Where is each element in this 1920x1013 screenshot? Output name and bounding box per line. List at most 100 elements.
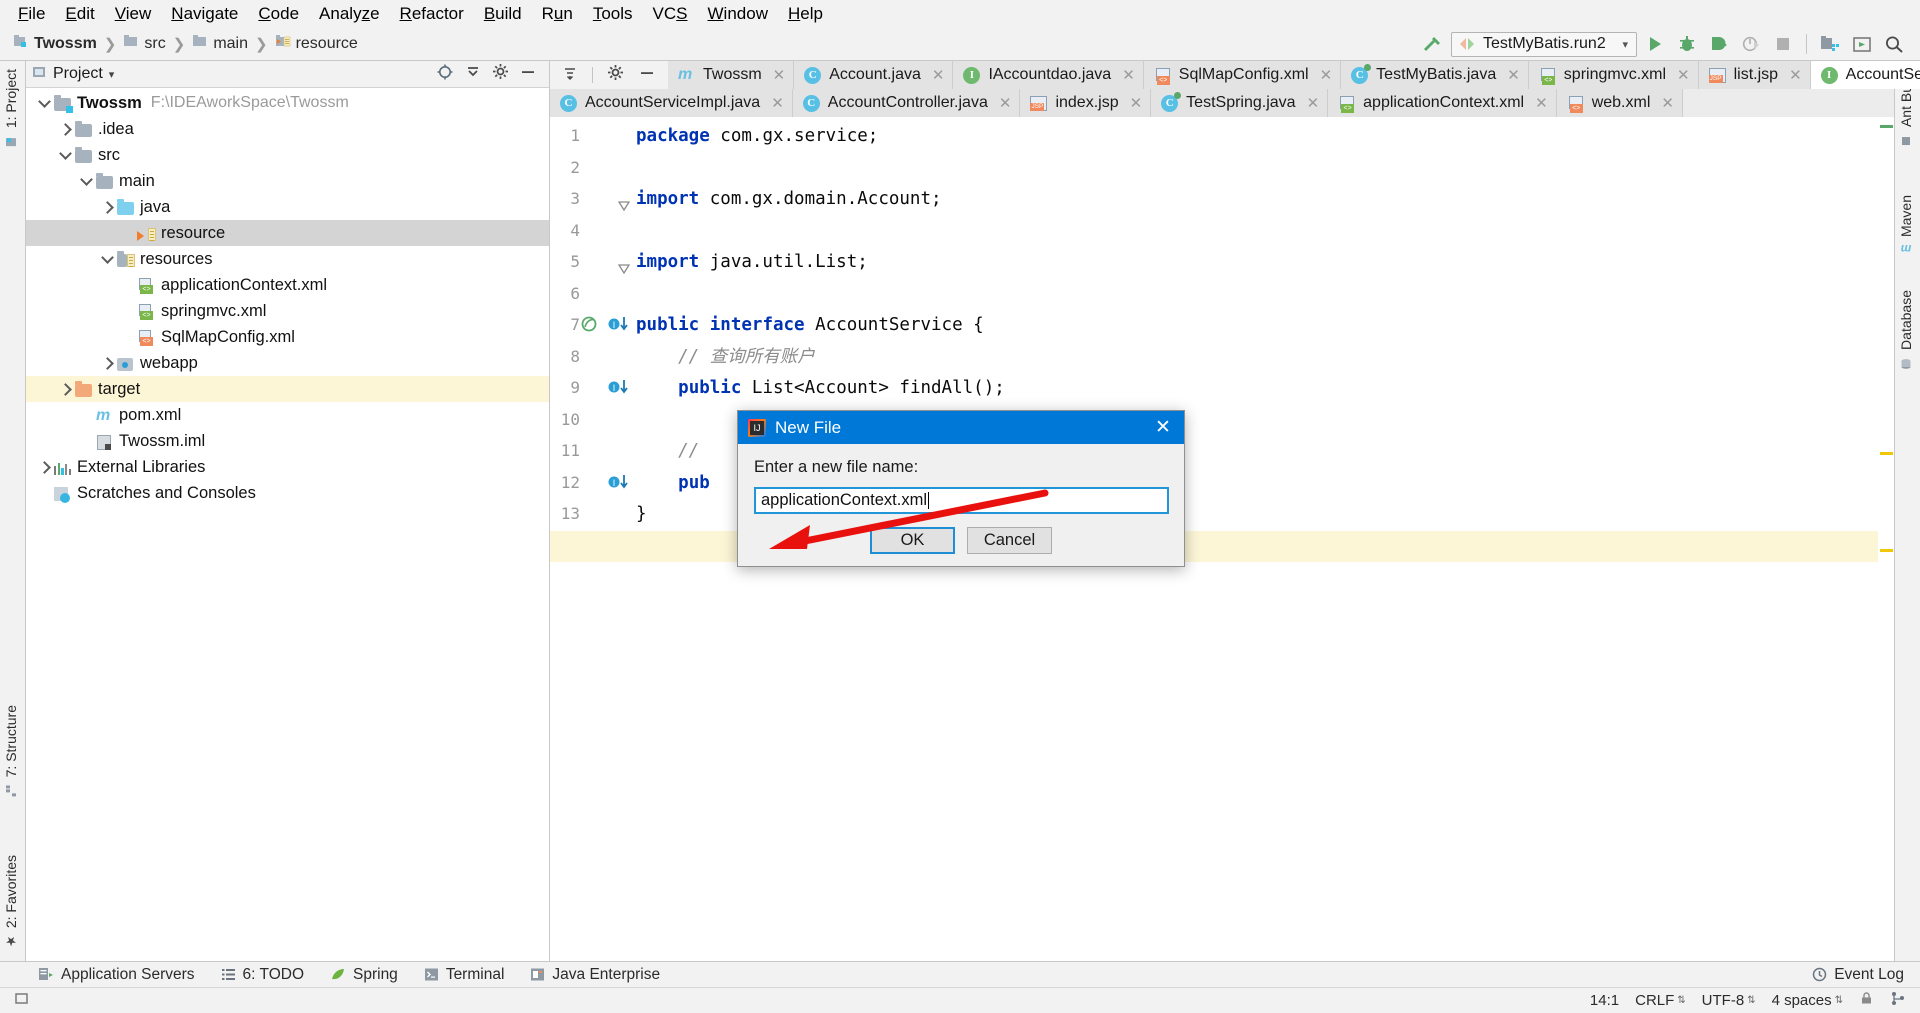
chevron-down-icon[interactable]: ▾ (1622, 38, 1628, 51)
close-icon[interactable]: ✕ (1535, 94, 1548, 112)
editor-tab-accountserviceimpl-java[interactable]: C AccountServiceImpl.java ✕ (550, 89, 793, 117)
tree-node-target[interactable]: target (26, 376, 549, 402)
spring-bean-marker[interactable] (580, 315, 598, 338)
editor-tab-accountservice-java[interactable]: IAccountService.java✕ (1810, 61, 1920, 89)
chevron-right-icon[interactable] (57, 381, 74, 398)
profiler-button[interactable] (1737, 31, 1765, 57)
chevron-down-icon[interactable] (78, 173, 95, 190)
update-project-icon[interactable] (1848, 31, 1876, 57)
run-with-coverage-button[interactable] (1705, 31, 1733, 57)
search-everywhere-icon[interactable] (1880, 31, 1908, 57)
close-icon[interactable]: ✕ (1507, 66, 1520, 84)
editor-tab-testspring-java[interactable]: C TestSpring.java ✕ (1151, 89, 1329, 117)
close-icon[interactable]: ✕ (1661, 94, 1674, 112)
tree-node-src[interactable]: src (26, 142, 549, 168)
branch-icon[interactable] (1890, 991, 1906, 1010)
build-hammer-icon[interactable] (1419, 31, 1447, 57)
code-fold-icon[interactable] (617, 192, 631, 224)
sort-tabs-icon[interactable] (562, 65, 578, 86)
tree-node-springmvc-xml[interactable]: <> springmvc.xml (26, 298, 549, 324)
locate-target-icon[interactable] (436, 63, 454, 86)
menu-item-run[interactable]: Run (532, 1, 583, 27)
implemented-marker[interactable]: I (608, 378, 634, 401)
editor-tab-list-jsp[interactable]: list.jsp ✕ (1698, 61, 1811, 89)
tree-node-twossm-iml[interactable]: Twossm.iml (26, 428, 549, 454)
editor-tab-applicationcontext-xml[interactable]: <> applicationContext.xml ✕ (1328, 89, 1557, 117)
encoding-selector[interactable]: UTF-8 ⇅ (1702, 992, 1756, 1009)
editor-tab-accountcontroller-java[interactable]: C AccountController.java ✕ (792, 89, 1021, 117)
breadcrumb-item-twossm[interactable]: Twossm (10, 34, 100, 54)
menu-item-view[interactable]: View (105, 1, 162, 27)
editor-tab-index-jsp[interactable]: index.jsp ✕ (1020, 89, 1152, 117)
tree-node-sqlmapconfig-xml[interactable]: <> SqlMapConfig.xml (26, 324, 549, 350)
menu-item-file[interactable]: File (8, 1, 55, 27)
toolwindow-spring[interactable]: Spring (330, 966, 398, 984)
chevron-down-icon[interactable] (99, 251, 116, 268)
menu-item-help[interactable]: Help (778, 1, 833, 27)
caret-position[interactable]: 14:1 (1590, 992, 1619, 1009)
project-structure-icon[interactable] (1816, 31, 1844, 57)
menu-item-edit[interactable]: Edit (55, 1, 104, 27)
tree-node-twossm[interactable]: Twossm F:\IDEAworkSpace\Twossm (26, 90, 549, 116)
code-fold-icon[interactable] (617, 255, 631, 287)
code-content[interactable]: package com.gx.service; import com.gx.dom… (550, 117, 1894, 961)
sidebar-item-structure[interactable]: 7: Structure (0, 701, 24, 802)
tree-node-external-libraries[interactable]: External Libraries (26, 454, 549, 480)
menu-item-window[interactable]: Window (698, 1, 778, 27)
close-icon[interactable]: ✕ (1677, 66, 1690, 84)
gear-icon[interactable] (492, 63, 509, 85)
chevron-down-icon[interactable] (57, 147, 74, 164)
chevron-right-icon[interactable] (36, 459, 53, 476)
chevron-right-icon[interactable] (57, 121, 74, 138)
tree-node-scratches-and-consoles[interactable]: Scratches and Consoles (26, 480, 549, 506)
tree-node-main[interactable]: main (26, 168, 549, 194)
collapse-all-icon[interactable] (464, 63, 482, 86)
menu-item-vcs[interactable]: VCS (643, 1, 698, 27)
toolwindow-application-servers[interactable]: Application Servers (38, 966, 195, 984)
stop-button[interactable] (1769, 31, 1797, 57)
chevron-right-icon[interactable] (99, 199, 116, 216)
close-icon[interactable]: ✕ (999, 94, 1012, 112)
editor-marker-bar[interactable] (1878, 117, 1894, 961)
editor-tab-testmybatis-java[interactable]: C TestMyBatis.java ✕ (1341, 61, 1529, 89)
tree-node-applicationcontext-xml[interactable]: <> applicationContext.xml (26, 272, 549, 298)
implemented-marker[interactable]: I (608, 315, 634, 338)
menu-item-build[interactable]: Build (474, 1, 532, 27)
menu-item-code[interactable]: Code (248, 1, 309, 27)
run-button[interactable] (1641, 31, 1669, 57)
menu-item-navigate[interactable]: Navigate (161, 1, 248, 27)
gear-icon[interactable] (607, 64, 624, 86)
tree-node-pom-xml[interactable]: m pom.xml (26, 402, 549, 428)
close-icon[interactable]: ✕ (1122, 66, 1135, 84)
editor-tab-iaccountdao-java[interactable]: I IAccountdao.java ✕ (953, 61, 1144, 89)
menu-item-analyze[interactable]: Analyze (309, 1, 390, 27)
run-configuration-selector[interactable]: TestMyBatis.run2 ▾ (1451, 31, 1637, 57)
close-icon[interactable]: ✕ (773, 66, 786, 84)
sidebar-item-database[interactable]: Database (1893, 286, 1919, 375)
tree-node-webapp[interactable]: webapp (26, 350, 549, 376)
sidebar-item-favorites[interactable]: ★ 2: Favorites (0, 851, 24, 953)
debug-button[interactable] (1673, 31, 1701, 57)
toolwindow-todo[interactable]: 6: TODO (221, 966, 304, 984)
menu-item-refactor[interactable]: Refactor (390, 1, 474, 27)
breadcrumb-item-main[interactable]: main (189, 34, 251, 54)
sidebar-item-project[interactable]: 1: Project (0, 65, 24, 153)
close-icon[interactable]: ✕ (1130, 94, 1143, 112)
tree-node-java[interactable]: java (26, 194, 549, 220)
close-icon[interactable]: ✕ (1320, 66, 1333, 84)
close-icon[interactable]: ✕ (1789, 66, 1802, 84)
close-icon[interactable]: ✕ (771, 94, 784, 112)
breadcrumb-item-src[interactable]: src (120, 34, 168, 54)
line-separator-selector[interactable]: CRLF ⇅ (1635, 992, 1686, 1009)
event-log-button[interactable]: Event Log (1812, 966, 1920, 984)
toolwindow-terminal[interactable]: Terminal (424, 966, 504, 984)
editor-tab-sqlmapconfig-xml[interactable]: <> SqlMapConfig.xml ✕ (1143, 61, 1342, 89)
tree-node--idea[interactable]: .idea (26, 116, 549, 142)
breadcrumb-item-resource[interactable]: resource (272, 34, 361, 54)
close-icon[interactable]: ✕ (1307, 94, 1320, 112)
lock-icon[interactable] (1859, 991, 1874, 1010)
chevron-right-icon[interactable] (99, 355, 116, 372)
indent-selector[interactable]: 4 spaces ⇅ (1772, 992, 1843, 1009)
editor-tab-springmvc-xml[interactable]: <> springmvc.xml ✕ (1528, 61, 1699, 89)
hide-panel-icon[interactable] (519, 63, 537, 86)
